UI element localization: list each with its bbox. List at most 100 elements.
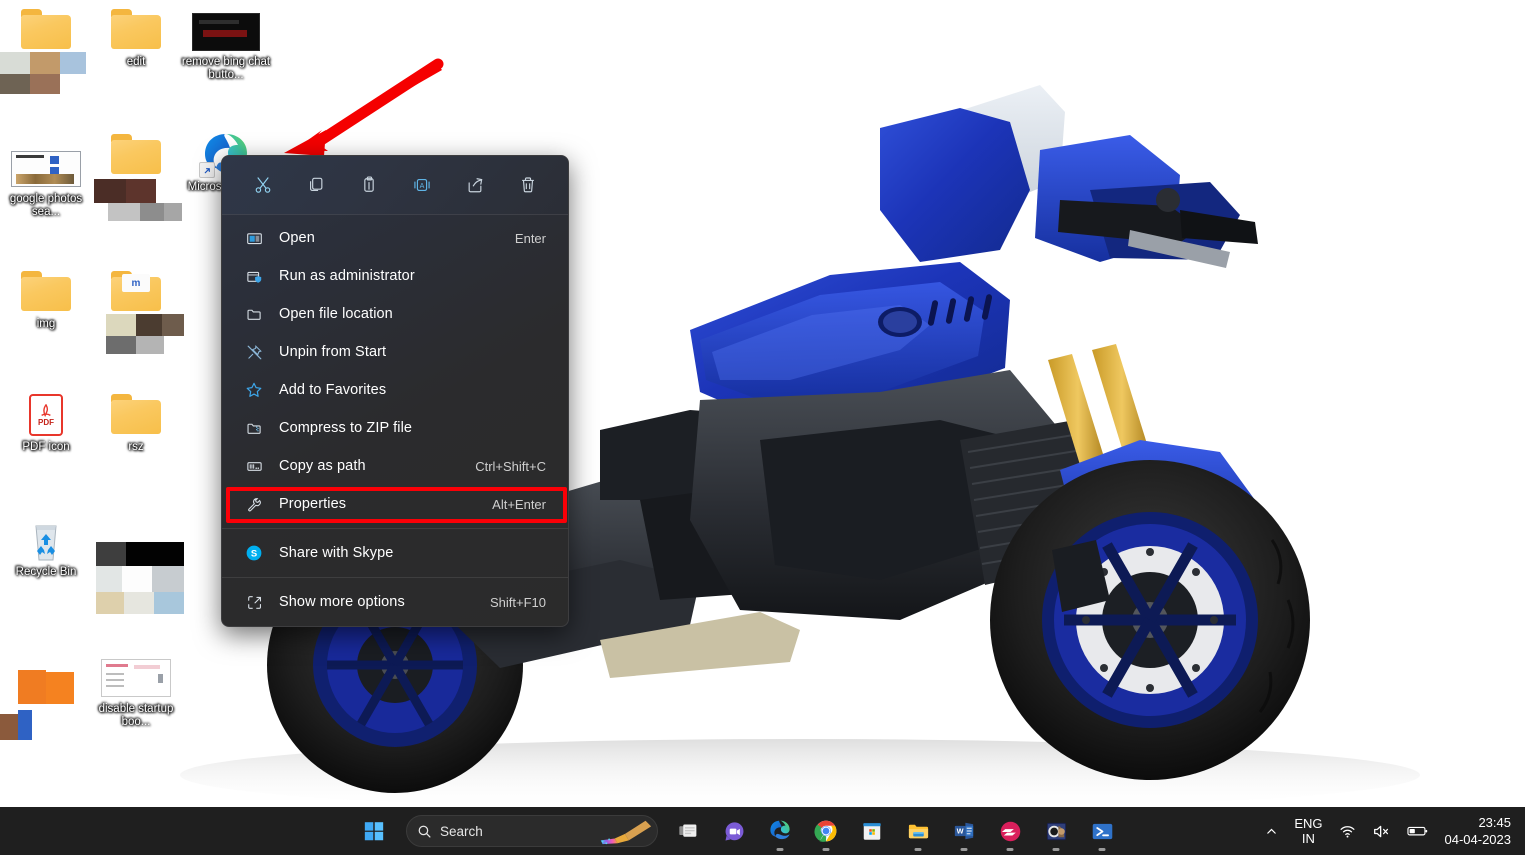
menu-item-add-to-favorites[interactable]: Add to Favorites bbox=[226, 371, 564, 409]
store-icon bbox=[863, 823, 881, 840]
taskbar-app-powershell[interactable] bbox=[1080, 809, 1124, 853]
taskbar-app-express-vpn[interactable] bbox=[988, 809, 1032, 853]
censor-block bbox=[106, 314, 184, 354]
menu-item-accelerator: Enter bbox=[514, 230, 546, 246]
taskbar-app-word[interactable]: W bbox=[942, 809, 986, 853]
battery-icon bbox=[1406, 826, 1427, 836]
star-icon bbox=[236, 381, 272, 399]
search-box[interactable]: Search bbox=[406, 815, 658, 847]
tray-volume-button[interactable] bbox=[1365, 812, 1398, 850]
cut-icon[interactable] bbox=[246, 168, 280, 202]
search-placeholder: Search bbox=[440, 823, 483, 839]
menu-item-label: Properties bbox=[279, 496, 347, 512]
folder-icon bbox=[110, 391, 162, 437]
taskbar-app-file-explorer[interactable] bbox=[896, 809, 940, 853]
menu-item-run-as-administrator[interactable]: Run as administrator bbox=[226, 257, 564, 295]
system-tray: ENG IN 23:45 04-04-2023 bbox=[1258, 807, 1517, 855]
edge-icon bbox=[770, 820, 790, 840]
taskbar-center-group: Search W bbox=[352, 807, 1124, 855]
menu-item-label: Add to Favorites bbox=[279, 382, 387, 398]
menu-item-accelerator: Ctrl+Shift+C bbox=[475, 458, 546, 474]
chevron-up-icon bbox=[1267, 828, 1277, 834]
desktop-icon-img[interactable]: img bbox=[2, 268, 90, 331]
censor-block bbox=[0, 52, 86, 94]
wifi-icon bbox=[1339, 825, 1355, 838]
zip-icon bbox=[236, 420, 272, 437]
context-menu[interactable]: A Open Enter Run as administrator Open f… bbox=[221, 155, 569, 627]
shield-icon bbox=[236, 268, 272, 285]
svg-text:S: S bbox=[251, 549, 257, 560]
menu-item-compress-to-zip[interactable]: Compress to ZIP file bbox=[226, 409, 564, 447]
menu-item-show-more-options[interactable]: Show more options Shift+F10 bbox=[226, 583, 564, 621]
desktop-icon-label: disable startup boo... bbox=[98, 703, 174, 728]
chrome-icon bbox=[814, 820, 837, 842]
language-line1: ENG bbox=[1294, 816, 1323, 831]
menu-item-share-with-skype[interactable]: S Share with Skype bbox=[226, 534, 564, 572]
shortcut-arrow-icon bbox=[199, 162, 215, 178]
desktop-icon-folder-censored-1[interactable] bbox=[0, 6, 90, 94]
taskbar-app-chrome[interactable] bbox=[804, 809, 848, 853]
taskbar-active-indicator bbox=[1006, 848, 1014, 851]
menu-item-copy-as-path[interactable]: Copy as path Ctrl+Shift+C bbox=[226, 447, 564, 485]
folder-icon bbox=[110, 131, 162, 177]
desktop-icon-folder-censored-2[interactable]: A bbox=[92, 131, 182, 221]
taskbar-app-chat[interactable] bbox=[712, 809, 756, 853]
taskbar-app-photo-viewer[interactable] bbox=[1034, 809, 1078, 853]
desktop-icon-google-photos-search[interactable]: google photos sea... bbox=[2, 143, 90, 219]
language-indicator: ENG IN bbox=[1294, 816, 1322, 846]
desktop-icon-folder-image-censored[interactable]: m bbox=[92, 268, 184, 354]
tray-battery-button[interactable] bbox=[1400, 812, 1435, 850]
folder-icon bbox=[20, 268, 72, 314]
photo-viewer-icon bbox=[1046, 822, 1066, 840]
volume-mute-icon bbox=[1373, 825, 1388, 837]
share-icon[interactable] bbox=[458, 168, 492, 202]
paste-icon[interactable] bbox=[352, 168, 386, 202]
menu-divider bbox=[222, 577, 568, 578]
menu-item-open[interactable]: Open Enter bbox=[226, 219, 564, 257]
desktop-icon-pdf[interactable]: PDF PDF icon bbox=[2, 391, 90, 454]
menu-item-label: Run as administrator bbox=[279, 268, 415, 284]
paintbrush-icon bbox=[600, 820, 652, 845]
menu-item-open-file-location[interactable]: Open file location bbox=[226, 295, 564, 333]
desktop-icon-label: edit bbox=[126, 56, 146, 68]
file-explorer-icon bbox=[908, 824, 928, 838]
clock[interactable]: 23:45 04-04-2023 bbox=[1437, 814, 1518, 848]
tray-network-button[interactable] bbox=[1332, 812, 1363, 850]
copy-icon[interactable] bbox=[299, 168, 333, 202]
desktop-icon-censored-4[interactable] bbox=[0, 658, 90, 740]
desktop-icon-recycle-bin[interactable]: Recycle Bin bbox=[2, 516, 90, 579]
recycle-bin-icon bbox=[20, 516, 72, 562]
desktop-icon-edit[interactable]: edit bbox=[92, 6, 180, 69]
annotation-arrow-icon bbox=[284, 58, 444, 156]
menu-item-label: Copy as path bbox=[279, 458, 366, 474]
delete-icon[interactable] bbox=[511, 168, 545, 202]
censor-block bbox=[94, 179, 182, 221]
search-icon bbox=[418, 825, 431, 838]
desktop-icon-label: PDF icon bbox=[22, 441, 70, 453]
open-icon bbox=[236, 230, 272, 247]
pdf-icon: PDF bbox=[20, 391, 72, 437]
menu-item-unpin-from-start[interactable]: Unpin from Start bbox=[226, 333, 564, 371]
desktop-screen: edit remove bing chat butto... google ph… bbox=[0, 0, 1525, 855]
desktop-icon-label: rsz bbox=[128, 441, 144, 453]
desktop-icon-disable-startup-boost[interactable]: disable startup boo... bbox=[92, 653, 180, 729]
desktop-icon-rsz[interactable]: rsz bbox=[92, 391, 180, 454]
menu-item-properties[interactable]: Properties Alt+Enter bbox=[226, 485, 564, 523]
taskbar-app-store[interactable] bbox=[850, 809, 894, 853]
chat-icon bbox=[724, 821, 743, 841]
desktop-icon-censored-3[interactable] bbox=[92, 528, 184, 614]
start-button[interactable] bbox=[352, 809, 396, 853]
menu-item-label: Show more options bbox=[279, 594, 405, 610]
taskbar-app-task-view[interactable] bbox=[666, 809, 710, 853]
taskbar-active-indicator bbox=[1052, 848, 1060, 851]
menu-divider bbox=[222, 528, 568, 529]
menu-item-accelerator: Shift+F10 bbox=[489, 594, 546, 610]
image-thumbnail-icon bbox=[11, 143, 81, 189]
tray-language-button[interactable]: ENG IN bbox=[1287, 812, 1329, 850]
rename-icon[interactable]: A bbox=[405, 168, 439, 202]
tray-overflow-button[interactable] bbox=[1258, 812, 1285, 850]
menu-item-label: Open file location bbox=[279, 306, 393, 322]
taskbar-active-indicator bbox=[822, 848, 830, 851]
taskbar-app-edge[interactable] bbox=[758, 809, 802, 853]
folder-icon bbox=[236, 306, 272, 323]
